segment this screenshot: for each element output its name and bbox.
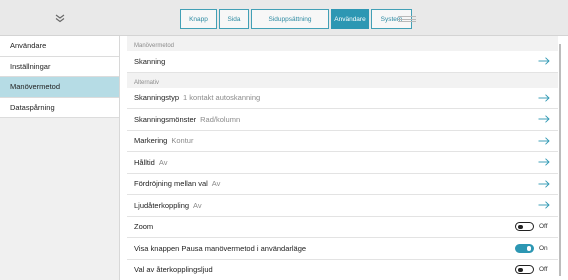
tab-anvandare[interactable]: Användare bbox=[331, 9, 369, 29]
arrow-right-icon bbox=[538, 115, 550, 123]
zoom-toggle[interactable] bbox=[515, 222, 534, 232]
setting-label: Fördröjning mellan val bbox=[134, 179, 208, 189]
arrow-right-icon bbox=[538, 94, 550, 102]
arrow-right-icon bbox=[538, 158, 550, 166]
setting-label: Skanningstyp bbox=[134, 93, 180, 103]
setting-label: Ljudåterkoppling bbox=[134, 200, 190, 210]
sidebar-item-dataspaarning[interactable]: Dataspårning bbox=[0, 97, 119, 118]
collapse-toggle-button[interactable] bbox=[0, 0, 120, 36]
setting-value: Av bbox=[193, 200, 202, 210]
scrollbar[interactable] bbox=[559, 44, 561, 276]
setting-row-zoom: Zoom Off bbox=[127, 216, 558, 238]
tab-sida[interactable]: Sida bbox=[219, 9, 249, 29]
setting-row-fordrojning[interactable]: Fördröjning mellan val Av bbox=[127, 173, 558, 195]
setting-label: Hålltid bbox=[134, 157, 155, 167]
arrow-right-icon bbox=[538, 57, 550, 65]
setting-value: Av bbox=[211, 179, 221, 189]
setting-label: Val av återkopplingsljud bbox=[134, 265, 213, 275]
setting-row-halltid[interactable]: Hålltid Av bbox=[127, 152, 558, 174]
tab-siduppsattning[interactable]: Siduppsättning bbox=[251, 9, 329, 29]
feedback-sound-toggle[interactable] bbox=[515, 265, 534, 275]
sidebar-item-manovermetod[interactable]: Manövermetod bbox=[0, 77, 119, 98]
arrow-right-icon bbox=[538, 201, 550, 209]
setting-value: Rad/kolumn bbox=[200, 114, 241, 124]
top-toolbar: Knapp Sida Siduppsättning Användare Syst… bbox=[0, 0, 568, 36]
setting-value: Kontur bbox=[171, 136, 194, 146]
setting-label: Zoom bbox=[134, 222, 154, 232]
arrow-right-icon bbox=[538, 180, 550, 188]
section-header-alternativ: Alternativ bbox=[127, 72, 558, 88]
setting-label: Markering bbox=[134, 136, 168, 146]
toggle-state-text: Off bbox=[539, 223, 548, 231]
setting-row-ljudaterkoppling[interactable]: Ljudåterkoppling Av bbox=[127, 195, 558, 217]
toggle-state-text: On bbox=[539, 244, 548, 252]
setting-value: 1 kontakt autoskanning bbox=[183, 93, 261, 103]
sidebar-item-anvandare[interactable]: Användare bbox=[0, 36, 119, 57]
drag-handle-icon[interactable] bbox=[398, 16, 416, 22]
setting-row-skanningstyp[interactable]: Skanningstyp 1 kontakt autoskanning bbox=[127, 87, 558, 109]
setting-row-skanning[interactable]: Skanning bbox=[127, 51, 558, 73]
show-pause-button-toggle[interactable] bbox=[515, 243, 534, 253]
setting-value: Av bbox=[158, 157, 168, 167]
setting-label: Visa knappen Pausa manövermetod i använd… bbox=[134, 243, 307, 253]
settings-panel: Manövermetod Skanning Alternativ Skannin… bbox=[127, 36, 558, 280]
arrow-right-icon bbox=[538, 137, 550, 145]
sidebar: Användare Inställningar Manövermetod Dat… bbox=[0, 36, 120, 280]
setting-row-markering[interactable]: Markering Kontur bbox=[127, 130, 558, 152]
setting-row-skanningsmonster[interactable]: Skanningsmönster Rad/kolumn bbox=[127, 109, 558, 131]
double-chevron-down-icon bbox=[55, 14, 65, 22]
setting-label: Skanning bbox=[134, 56, 166, 66]
setting-row-aterkopplingsljud: Val av återkopplingsljud Off bbox=[127, 259, 558, 280]
tab-knapp[interactable]: Knapp bbox=[180, 9, 217, 29]
category-tabs: Knapp Sida Siduppsättning Användare Syst… bbox=[180, 9, 412, 29]
section-header-manovermetod: Manövermetod bbox=[127, 36, 558, 51]
setting-label: Skanningsmönster bbox=[134, 114, 197, 124]
setting-row-visa-pausa: Visa knappen Pausa manövermetod i använd… bbox=[127, 238, 558, 260]
toggle-state-text: Off bbox=[539, 266, 548, 274]
sidebar-item-installningar[interactable]: Inställningar bbox=[0, 56, 119, 77]
